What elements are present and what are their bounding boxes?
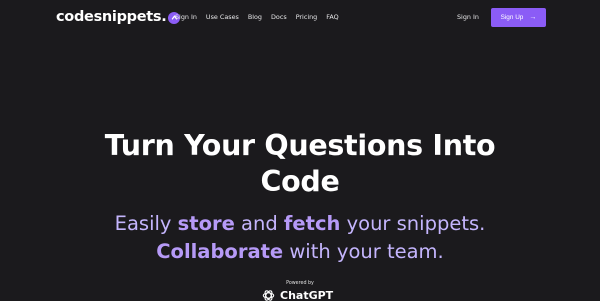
hero-title: Turn Your Questions Into Code <box>0 128 600 200</box>
nav-link-docs[interactable]: Docs <box>271 13 287 21</box>
sign-up-button[interactable]: Sign Up → <box>491 8 546 27</box>
powered-by-label: Powered by <box>286 281 314 286</box>
subtitle-store: store <box>177 212 235 235</box>
brand-logo[interactable]: codesnippets. <box>56 9 181 25</box>
top-navbar: codesnippets. Sign In Use Cases Blog Doc… <box>0 0 600 34</box>
sign-in-link[interactable]: Sign In <box>457 13 479 21</box>
nav-link-faq[interactable]: FAQ <box>326 13 338 21</box>
subtitle-text: your snippets. <box>340 212 486 235</box>
nav-links: Sign In Use Cases Blog Docs Pricing FAQ <box>175 13 348 21</box>
nav-link-blog[interactable]: Blog <box>248 13 262 21</box>
brand-name: codesnippets. <box>56 9 167 25</box>
hero-title-line2: Code <box>260 165 340 198</box>
openai-logo-icon <box>262 290 275 301</box>
chatgpt-badge: ChatGPT <box>262 289 333 301</box>
subtitle-text: Easily <box>114 212 178 235</box>
subtitle-fetch: fetch <box>283 212 341 235</box>
subtitle-collaborate: Collaborate <box>156 240 284 263</box>
nav-link-pricing[interactable]: Pricing <box>296 13 318 21</box>
arrow-right-icon: → <box>529 14 537 21</box>
nav-link-sign-in[interactable]: Sign In <box>175 13 197 21</box>
sign-up-label: Sign Up <box>500 14 524 21</box>
subtitle-text: and <box>234 212 284 235</box>
subtitle-text: with your team. <box>283 240 444 263</box>
chatgpt-label: ChatGPT <box>280 289 334 301</box>
nav-link-use-cases[interactable]: Use Cases <box>206 13 239 21</box>
hero-title-line1: Turn Your Questions Into <box>104 129 496 162</box>
hero-subtitle: Easily store and fetch your snippets. Co… <box>0 210 600 266</box>
